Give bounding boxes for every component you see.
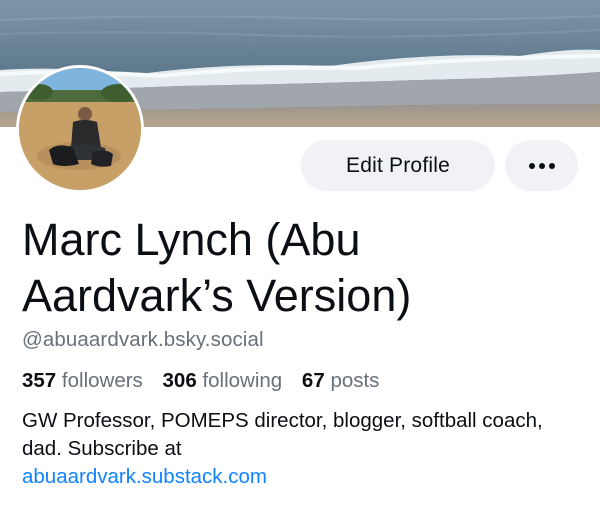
profile-stats: 357 followers 306 following 67 posts bbox=[22, 369, 393, 393]
profile-bio: GW Professor, POMEPS director, blogger, … bbox=[22, 407, 582, 491]
profile-page: Edit Profile Marc Lynch (Abu Aardvark’s … bbox=[0, 0, 600, 506]
profile-handle[interactable]: @abuaardvark.bsky.social bbox=[22, 328, 264, 352]
bio-link[interactable]: abuaardvark.substack.com bbox=[22, 465, 267, 488]
ellipsis-icon bbox=[528, 162, 555, 169]
posts-count: 67 bbox=[301, 369, 325, 392]
followers-label: followers bbox=[61, 369, 143, 392]
bio-text: GW Professor, POMEPS director, blogger, … bbox=[22, 409, 543, 460]
display-name: Marc Lynch (Abu Aardvark’s Version) bbox=[22, 214, 412, 321]
more-options-button[interactable] bbox=[505, 140, 578, 191]
followers-count: 357 bbox=[22, 369, 57, 392]
posts-label: posts bbox=[330, 369, 380, 392]
avatar[interactable] bbox=[16, 65, 144, 193]
following-label: following bbox=[202, 369, 283, 392]
posts-stat: 67 posts bbox=[302, 369, 380, 392]
edit-profile-button[interactable]: Edit Profile bbox=[301, 140, 495, 191]
following-count: 306 bbox=[162, 369, 197, 392]
followers-stat[interactable]: 357 followers bbox=[22, 369, 143, 392]
following-stat[interactable]: 306 following bbox=[163, 369, 283, 392]
